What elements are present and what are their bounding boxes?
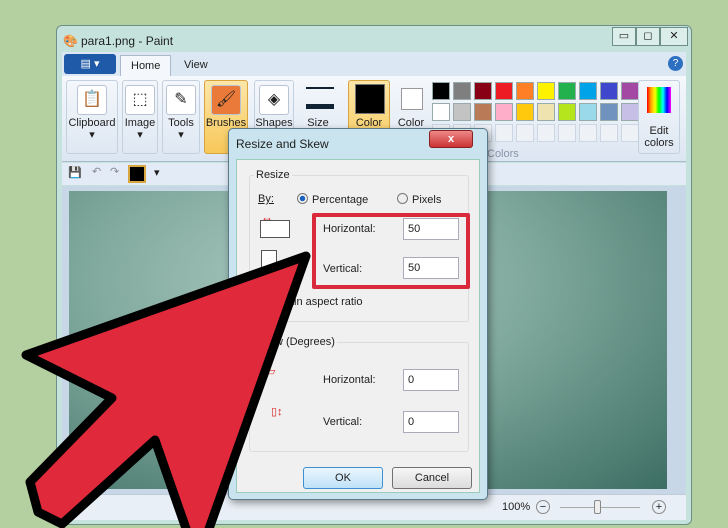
red-arrow-icon [21,251,311,528]
pointer-arrow-overlay [21,251,311,528]
